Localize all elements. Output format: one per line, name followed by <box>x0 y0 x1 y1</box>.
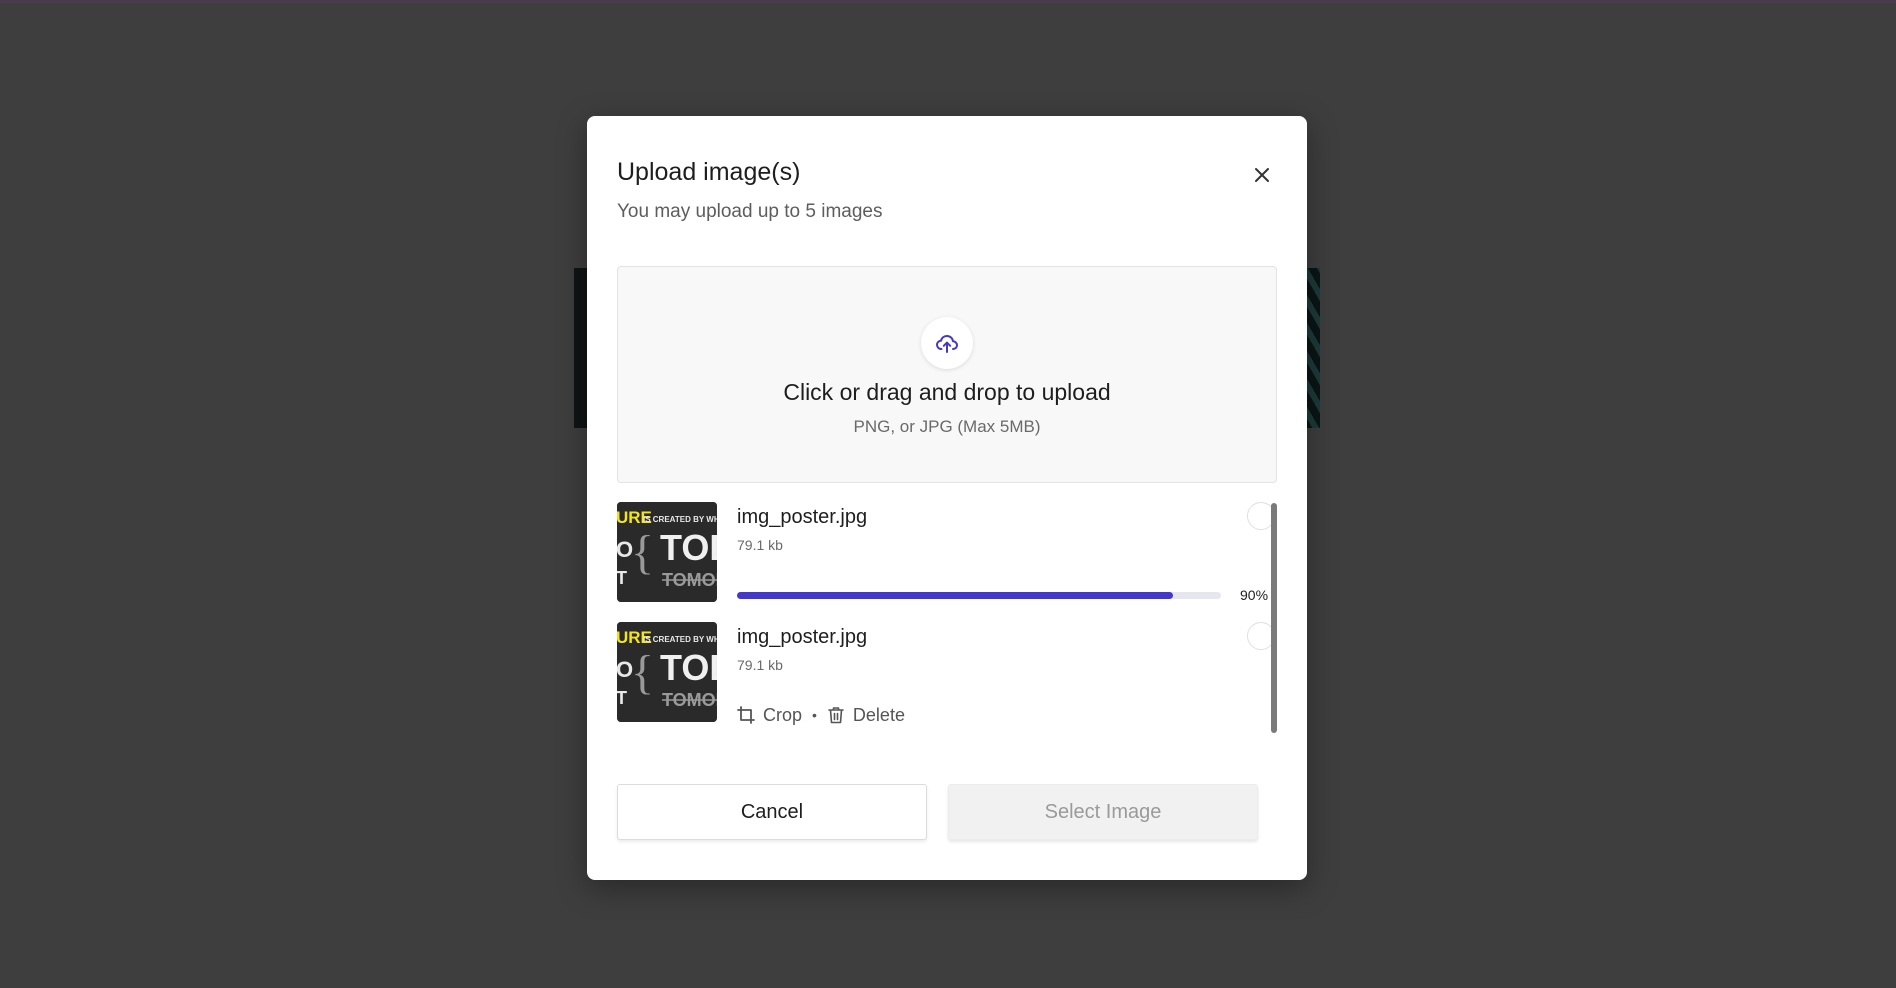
dropzone-file-types: PNG, or JPG (Max 5MB) <box>853 417 1041 436</box>
file-size: 79.1 kb <box>737 537 783 553</box>
crop-label: Crop <box>763 704 803 725</box>
file-name: img_poster.jpg <box>737 506 868 528</box>
file-thumbnail: URE IS CREATED BY WHAT O { TOD T TOMORR <box>617 622 717 722</box>
file-list-scrollbar[interactable] <box>1271 503 1277 733</box>
close-button[interactable] <box>1247 160 1277 190</box>
poster-image: URE IS CREATED BY WHAT O { TOD T TOMORR <box>617 622 717 722</box>
file-actions: Crop • Delete <box>737 702 905 728</box>
delete-label: Delete <box>852 704 905 725</box>
upload-progress-bar <box>737 592 1221 599</box>
cancel-button[interactable]: Cancel <box>617 784 927 840</box>
poster-text-line1: IS CREATED BY WHAT <box>643 515 717 524</box>
poster-text-word2: TOD <box>660 527 717 568</box>
poster-text-word2: TOD <box>660 647 717 688</box>
delete-button[interactable]: Delete <box>827 705 905 726</box>
action-separator: • <box>812 707 817 723</box>
poster-brace: { <box>631 646 654 699</box>
file-size: 79.1 kb <box>737 657 783 673</box>
file-name: img_poster.jpg <box>737 626 868 648</box>
close-icon <box>1255 168 1269 182</box>
poster-brace: { <box>631 526 654 579</box>
upload-dropzone[interactable]: Click or drag and drop to upload PNG, or… <box>617 266 1277 483</box>
cloud-upload-icon <box>936 335 958 353</box>
dropzone-instruction: Click or drag and drop to upload <box>783 379 1111 405</box>
dialog-title: Upload image(s) <box>617 158 801 186</box>
upload-progress-fill <box>737 592 1173 599</box>
poster-text-left3: T <box>617 568 627 588</box>
upload-progress-percent: 90% <box>1240 587 1269 603</box>
select-image-button[interactable]: Select Image <box>948 784 1258 840</box>
file-list: URE IS CREATED BY WHAT O { TOD T TOMORR … <box>617 502 1281 746</box>
file-thumbnail: URE IS CREATED BY WHAT O { TOD T TOMORR <box>617 502 717 602</box>
top-edge-bar <box>0 0 1896 3</box>
trash-icon <box>828 707 844 724</box>
crop-button[interactable]: Crop <box>737 705 802 726</box>
dialog-subtitle: You may upload up to 5 images <box>617 201 883 222</box>
list-item: URE IS CREATED BY WHAT O { TOD T TOMORR … <box>617 622 1281 725</box>
crop-icon <box>737 706 755 724</box>
upload-dialog: Upload image(s) You may upload up to 5 i… <box>587 116 1307 880</box>
upload-icon-circle <box>921 317 973 369</box>
poster-image: URE IS CREATED BY WHAT O { TOD T TOMORR <box>617 502 717 602</box>
poster-text-line1: IS CREATED BY WHAT <box>643 635 717 644</box>
list-item: URE IS CREATED BY WHAT O { TOD T TOMORR … <box>617 502 1281 603</box>
poster-text-left3: T <box>617 688 627 708</box>
